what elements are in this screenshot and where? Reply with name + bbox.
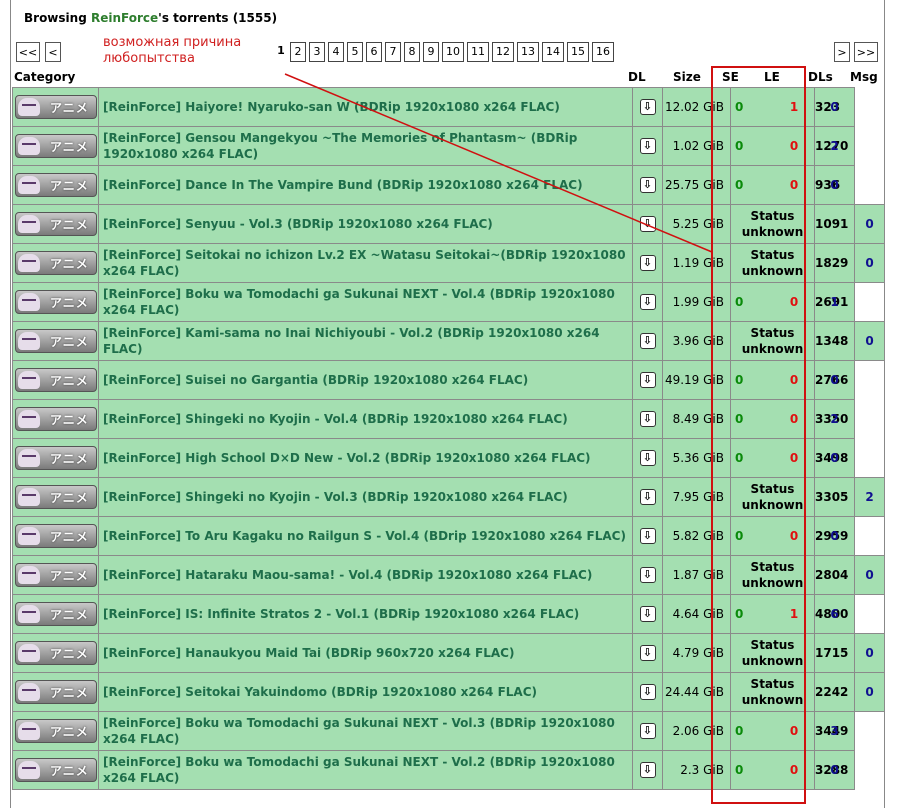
highlight-box <box>711 66 806 804</box>
